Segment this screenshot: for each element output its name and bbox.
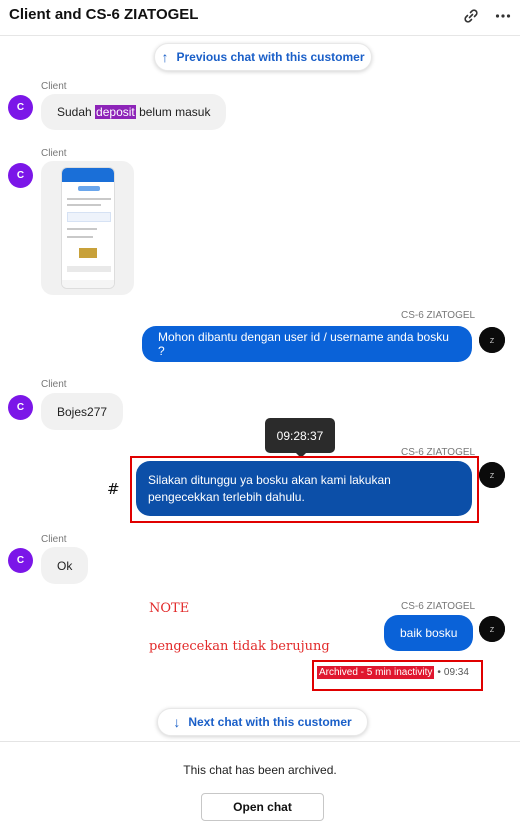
highlighted-keyword: deposit xyxy=(95,105,136,119)
message-text: Ok xyxy=(57,558,73,573)
hash-mark: # xyxy=(107,480,120,498)
agent-avatar: Z xyxy=(479,327,505,353)
more-horizontal-icon[interactable] xyxy=(493,6,513,26)
message-text: Mohon dibantu dengan user id / username … xyxy=(158,330,449,358)
message-sender: CS-6 ZIATOGEL xyxy=(401,601,476,612)
message-sender: Client xyxy=(41,148,67,159)
arrow-up-icon: ↑ xyxy=(161,49,169,65)
annotation-box xyxy=(312,660,483,691)
archived-notice: This chat has been archived. xyxy=(183,763,337,777)
client-avatar: C xyxy=(8,163,33,188)
open-chat-button[interactable]: Open chat xyxy=(201,793,324,821)
note-text: pengecekan tidak berujung xyxy=(149,639,330,654)
message-bubble: Sudah deposit belum masuk xyxy=(41,94,227,130)
message-text: Bojes277 xyxy=(57,404,108,419)
message-bubble: Mohon dibantu dengan user id / username … xyxy=(142,326,472,362)
timestamp-tooltip: 09:28:37 xyxy=(265,418,335,458)
arrow-down-icon: ↓ xyxy=(173,714,181,730)
annotation-box xyxy=(130,456,479,523)
chat-header: Client and CS-6 ZIATOGEL xyxy=(0,0,520,36)
message-bubble: Bojes277 xyxy=(41,393,124,430)
previous-chat-button[interactable]: ↑ Previous chat with this customer xyxy=(154,43,372,71)
client-avatar: C xyxy=(8,95,33,120)
agent-avatar: Z xyxy=(479,616,505,642)
next-chat-button[interactable]: ↓ Next chat with this customer xyxy=(157,708,368,736)
image-attachment[interactable] xyxy=(41,161,134,295)
message-text: baik bosku xyxy=(400,626,458,640)
chat-title: Client and CS-6 ZIATOGEL xyxy=(9,6,199,23)
message-sender: Client xyxy=(41,81,67,92)
client-avatar: C xyxy=(8,548,33,573)
message-sender: Client xyxy=(41,379,67,390)
message-sender: CS-6 ZIATOGEL xyxy=(401,310,476,321)
note-title: NOTE xyxy=(149,601,190,616)
message-bubble: baik bosku xyxy=(384,615,474,651)
message-text: Sudah deposit belum masuk xyxy=(57,105,211,119)
svg-text:Z: Z xyxy=(490,473,495,480)
agent-avatar: Z xyxy=(479,462,505,488)
svg-text:Z: Z xyxy=(490,627,495,634)
message-sender: Client xyxy=(41,534,67,545)
previous-chat-label: Previous chat with this customer xyxy=(176,50,365,64)
chat-footer: This chat has been archived. Open chat xyxy=(0,741,520,822)
screenshot-thumbnail xyxy=(61,167,115,289)
svg-text:Z: Z xyxy=(490,338,495,345)
message-bubble: Ok xyxy=(41,547,89,584)
client-avatar: C xyxy=(8,395,33,420)
next-chat-label: Next chat with this customer xyxy=(188,715,352,729)
link-icon[interactable] xyxy=(461,6,481,26)
